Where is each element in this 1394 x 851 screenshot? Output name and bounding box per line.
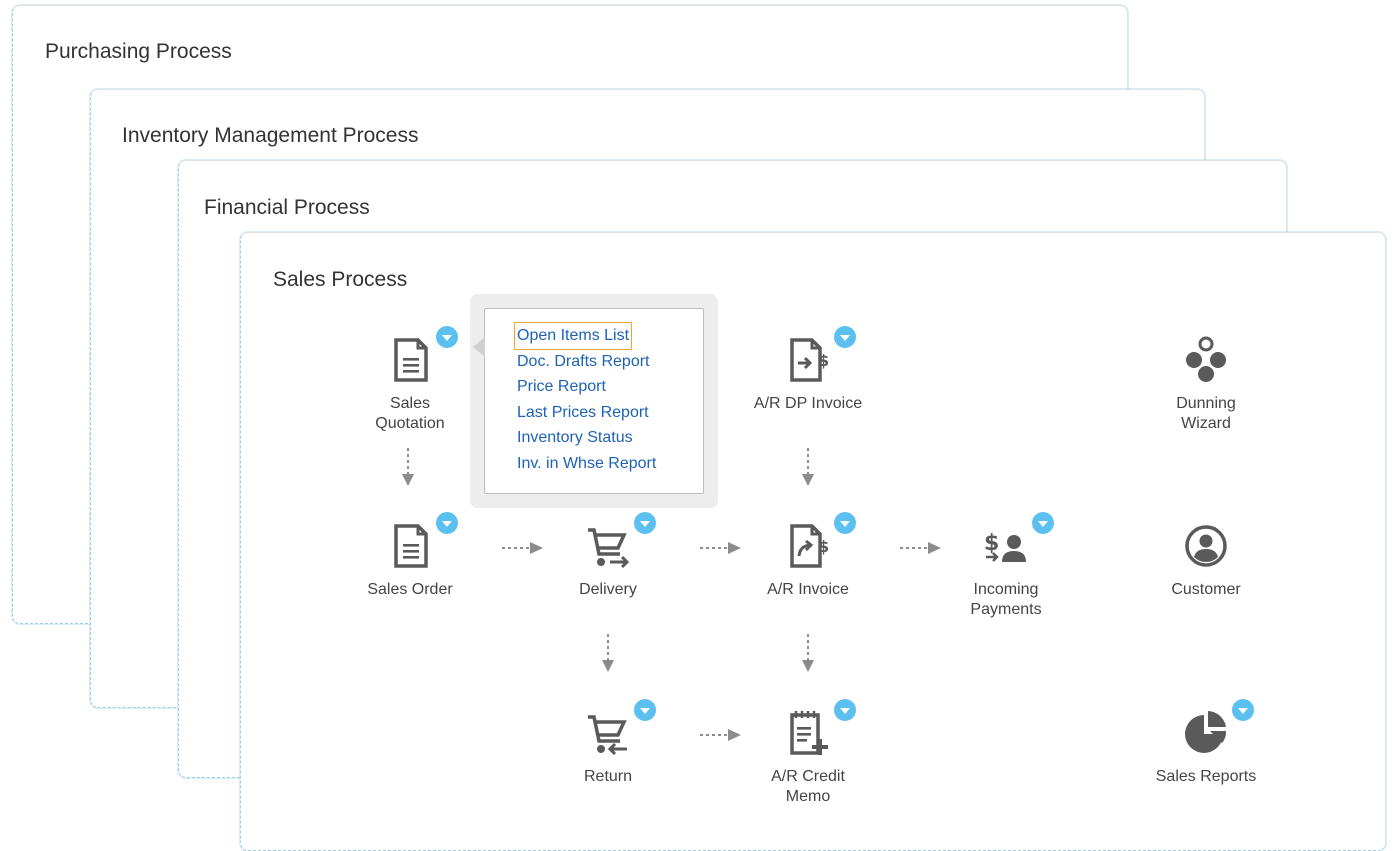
document-icon[interactable]: [384, 512, 458, 572]
delivery-cart-icon[interactable]: [582, 512, 656, 572]
pie-chart-icon[interactable]: [1180, 699, 1254, 759]
sales-reports-label: Sales Reports: [1155, 768, 1257, 785]
delivery-dropdown-button[interactable]: [634, 512, 656, 534]
arrow-down-icon: [800, 632, 816, 676]
ar-credit-memo-dropdown-button[interactable]: [834, 699, 856, 721]
sales-order-node[interactable]: Sales Order: [335, 512, 485, 600]
delivery-node[interactable]: Delivery: [533, 512, 683, 600]
ar-invoice-label: A/R Invoice: [767, 581, 849, 598]
incoming-payments-dropdown-button[interactable]: [1032, 512, 1054, 534]
menu-item-doc-drafts-report[interactable]: Doc. Drafts Report: [517, 349, 703, 375]
ar-dp-invoice-dropdown-button[interactable]: [834, 326, 856, 348]
inventory-process-title[interactable]: Inventory Management Process: [122, 124, 418, 148]
dunning-wizard-icon[interactable]: [1180, 334, 1232, 386]
invoice-icon[interactable]: $: [782, 512, 856, 572]
dunning-wizard-label: Dunning Wizard: [1176, 395, 1236, 432]
return-node[interactable]: Return: [533, 699, 683, 787]
reports-popup-menu: Open Items List Doc. Drafts Report Price…: [473, 308, 704, 494]
ar-credit-memo-node[interactable]: A/R Credit Memo: [733, 699, 883, 807]
svg-text:$: $: [818, 351, 829, 370]
arrow-right-icon: [698, 540, 744, 556]
incoming-payments-label: Incoming Payments: [970, 581, 1042, 618]
document-icon[interactable]: [384, 326, 458, 386]
sales-quotation-label: Sales Quotation: [375, 395, 445, 432]
ar-credit-memo-label: A/R Credit Memo: [771, 768, 845, 805]
delivery-label: Delivery: [579, 581, 637, 598]
menu-item-inventory-status[interactable]: Inventory Status: [517, 425, 703, 451]
arrow-down-icon: [800, 446, 816, 490]
menu-item-open-items-list[interactable]: Open Items List: [513, 322, 633, 350]
customer-icon[interactable]: [1180, 520, 1232, 572]
return-cart-icon[interactable]: [582, 699, 656, 759]
purchasing-process-title[interactable]: Purchasing Process: [45, 40, 232, 64]
ar-dp-invoice-label: A/R DP Invoice: [753, 395, 863, 412]
return-label: Return: [583, 768, 633, 785]
financial-process-title[interactable]: Financial Process: [204, 196, 370, 220]
sales-reports-node[interactable]: Sales Reports: [1131, 699, 1281, 787]
sales-process-title: Sales Process: [273, 268, 408, 291]
ar-invoice-dropdown-button[interactable]: [834, 512, 856, 534]
arrow-right-icon: [898, 540, 944, 556]
dunning-wizard-node[interactable]: Dunning Wizard: [1131, 334, 1281, 434]
svg-text:$: $: [818, 537, 829, 556]
ar-invoice-node[interactable]: $ A/R Invoice: [733, 512, 883, 600]
return-dropdown-button[interactable]: [634, 699, 656, 721]
arrow-right-icon: [698, 727, 744, 743]
arrow-down-icon: [400, 446, 416, 490]
sales-quotation-dropdown-button[interactable]: [436, 326, 458, 348]
arrow-down-icon: [600, 632, 616, 676]
sales-reports-dropdown-button[interactable]: [1232, 699, 1254, 721]
sales-quotation-node[interactable]: Sales Quotation: [335, 326, 485, 434]
payment-icon[interactable]: $: [980, 512, 1054, 572]
menu-item-inv-in-whse-report[interactable]: Inv. in Whse Report: [517, 451, 703, 477]
menu-item-price-report[interactable]: Price Report: [517, 374, 703, 400]
customer-label: Customer: [1171, 581, 1241, 598]
credit-memo-icon[interactable]: [782, 699, 856, 759]
menu-item-last-prices-report[interactable]: Last Prices Report: [517, 400, 703, 426]
dp-invoice-icon[interactable]: $: [782, 326, 856, 386]
ar-dp-invoice-node[interactable]: $ A/R DP Invoice: [733, 326, 883, 414]
sales-order-label: Sales Order: [367, 581, 453, 598]
svg-text:$: $: [984, 531, 999, 556]
customer-node[interactable]: Customer: [1131, 520, 1281, 600]
arrow-right-icon: [500, 540, 546, 556]
sales-order-dropdown-button[interactable]: [436, 512, 458, 534]
incoming-payments-node[interactable]: $ Incoming Payments: [931, 512, 1081, 620]
